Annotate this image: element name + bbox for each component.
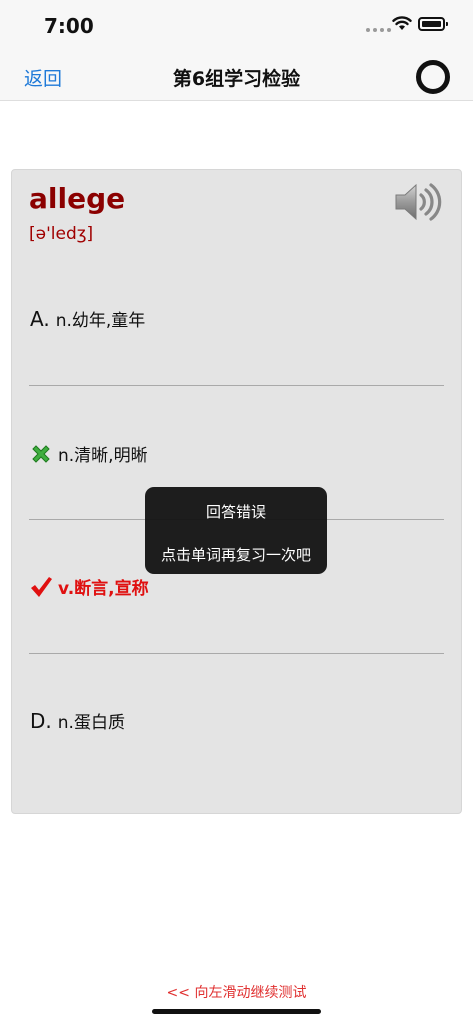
cellular-signal-icon [366,28,391,32]
option-text: v.断言,宣称 [58,579,149,599]
word-phonetic: [ə'ledʒ] [29,224,94,244]
quiz-word[interactable]: allege [29,182,125,215]
result-toast: 回答错误 点击单词再复习一次吧 [145,487,327,574]
status-time: 7:00 [44,14,94,38]
check-icon [31,576,52,597]
divider [29,385,444,386]
option-text: n.蛋白质 [57,713,125,733]
option-d[interactable]: D. n.蛋白质 [30,708,125,734]
page-title: 第6组学习检验 [172,68,301,90]
option-letter: D. [30,708,52,733]
toast-message: 点击单词再复习一次吧 [160,546,311,564]
swipe-hint: << 向左滑动继续测试 [166,985,307,1001]
option-a[interactable]: A. n.幼年,童年 [30,306,146,332]
divider [29,653,444,654]
wifi-icon [392,16,412,30]
speaker-icon[interactable] [394,182,444,222]
circle-icon[interactable] [416,60,450,94]
cross-icon [32,444,50,463]
navigation-bar: 返回 第6组学习检验 [0,52,473,101]
toast-title: 回答错误 [205,503,266,521]
home-indicator[interactable] [152,1009,321,1014]
option-text: n.幼年,童年 [55,311,146,331]
option-b[interactable]: n.清晰,明晰 [30,441,148,466]
option-letter: A. [30,306,50,331]
option-c[interactable]: v.断言,宣称 [30,574,149,599]
option-text: n.清晰,明晰 [58,446,148,466]
battery-icon [418,17,448,31]
status-bar: 7:00 [0,0,473,52]
